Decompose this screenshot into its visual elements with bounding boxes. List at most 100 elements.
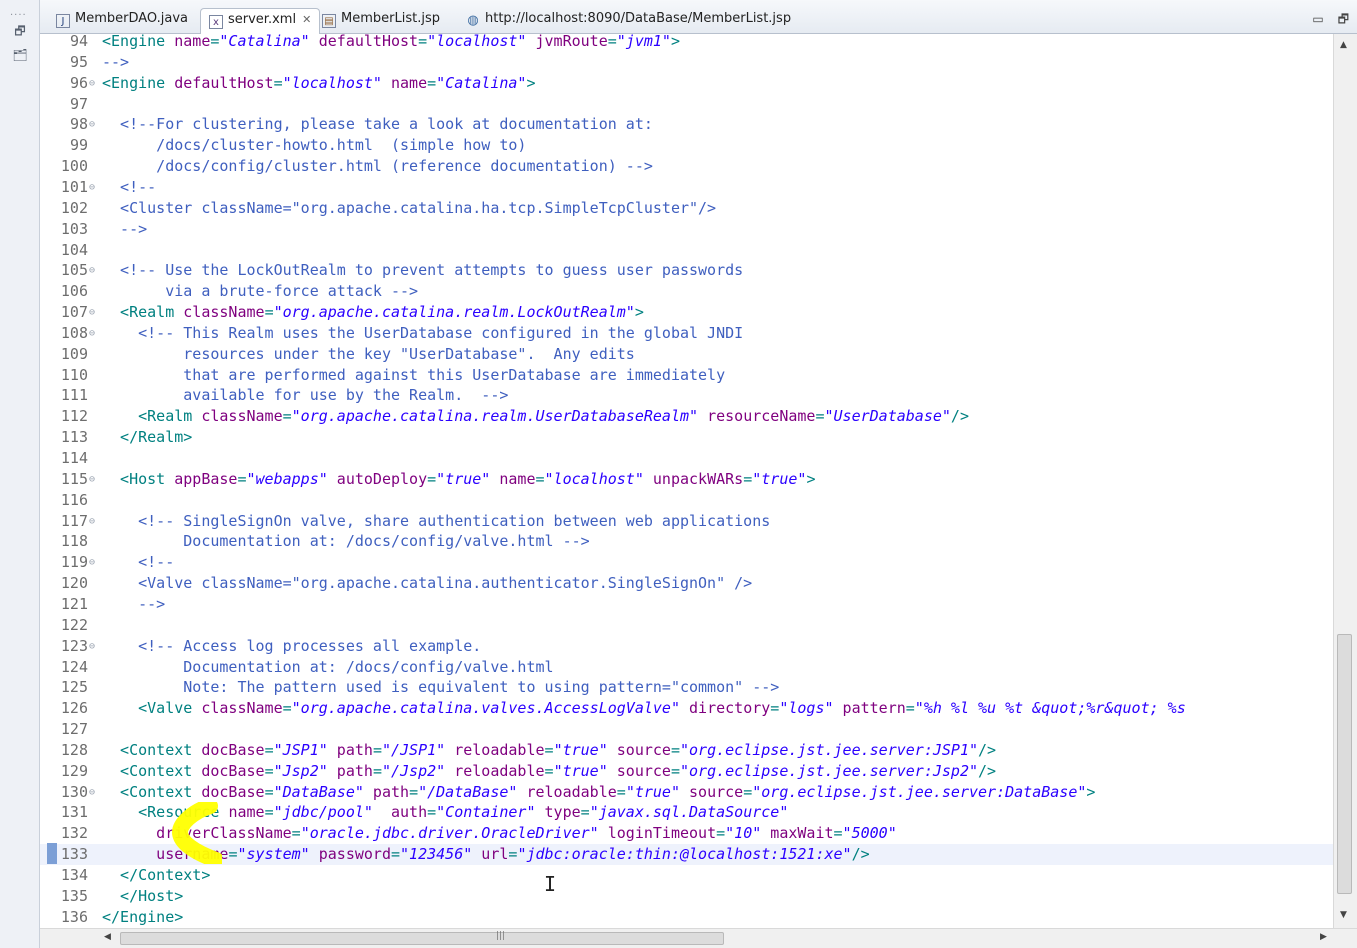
code-line[interactable]: 110 that are performed against this User… [40, 365, 1333, 386]
code-line[interactable]: 121 --> [40, 594, 1333, 615]
code-token: "webapps" [246, 469, 328, 488]
code-token: "5000" [842, 824, 897, 843]
code-line[interactable]: 102 <Cluster className="org.apache.catal… [40, 198, 1333, 219]
code-line[interactable]: 98 ⊖ <!--For clustering, please take a lo… [40, 114, 1333, 135]
code-text: via a brute-force attack --> [102, 281, 418, 302]
vertical-scrollbar[interactable]: ▲ ▼ [1333, 34, 1357, 928]
code-line[interactable]: 117 ⊖ <!-- SingleSignOn valve, share auth… [40, 511, 1333, 532]
code-line[interactable]: 108 ⊖ <!-- This Realm uses the UserDataba… [40, 323, 1333, 344]
code-token: "%h %l %u %t &quot;%r&quot; %s [914, 699, 1186, 718]
tab-memberdao-java[interactable]: J MemberDAO.java [48, 8, 196, 34]
scroll-left-arrow-icon[interactable]: ◀ [104, 932, 111, 942]
code-line[interactable]: 124 Documentation at: /docs/config/valve… [40, 657, 1333, 678]
code-token: source [680, 782, 744, 801]
code-token: --> [102, 594, 166, 613]
code-token: <!-- [102, 553, 175, 572]
code-line[interactable]: 133 username="system" password="123456" … [40, 844, 1333, 866]
code-line[interactable]: 113 </Realm> [40, 427, 1333, 448]
code-line[interactable]: 111 available for use by the Realm. --> [40, 385, 1333, 406]
code-token: = [770, 699, 780, 718]
code-line[interactable]: 120 <Valve className="org.apache.catalin… [40, 573, 1333, 594]
code-text: <Valve className="org.apache.catalina.va… [102, 698, 1186, 719]
code-line[interactable]: 112 <Realm className="org.apache.catalin… [40, 406, 1333, 427]
code-line[interactable]: 130 ⊖ <Context docBase="DataBase" path="/… [40, 782, 1333, 803]
fold-toggle-icon[interactable]: ⊖ [89, 782, 95, 803]
code-line[interactable]: 131 <Resource name="jdbc/pool" auth="Con… [40, 802, 1333, 823]
xml-file-icon: x [209, 15, 223, 29]
code-line[interactable]: 118 Documentation at: /docs/config/valve… [40, 531, 1333, 552]
line-number: 135 [60, 886, 88, 905]
code-line[interactable]: 107 ⊖ <Realm className="org.apache.catali… [40, 302, 1333, 323]
horizontal-scrollbar[interactable]: ◀ ||| ▶ [40, 928, 1357, 948]
code-line[interactable]: 132 driverClassName="oracle.jdbc.driver.… [40, 823, 1333, 844]
fold-toggle-icon[interactable]: ⊖ [89, 302, 95, 323]
code-line[interactable]: 109 resources under the key "UserDatabas… [40, 344, 1333, 365]
line-number: 107 [60, 303, 88, 322]
code-line[interactable]: 106 via a brute-force attack --> [40, 281, 1333, 302]
fold-toggle-icon[interactable]: ⊖ [89, 114, 95, 135]
code-line[interactable]: 129 <Context docBase="Jsp2" path="/Jsp2"… [40, 761, 1333, 782]
code-text: </Engine> [102, 907, 183, 928]
fold-toggle-icon[interactable]: ⊖ [89, 260, 95, 281]
horizontal-scroll-thumb[interactable]: ||| [120, 931, 724, 945]
fold-toggle-icon[interactable]: ⊖ [89, 73, 95, 94]
code-token: = [743, 782, 753, 801]
scroll-up-arrow-icon[interactable]: ▲ [1340, 40, 1347, 50]
code-line[interactable]: 105 ⊖ <!-- Use the LockOutRealm to preven… [40, 260, 1333, 281]
code-line[interactable]: 119 ⊖ <!-- [40, 552, 1333, 573]
code-text: --> [102, 52, 129, 73]
code-line[interactable]: 94 <Engine name="Catalina" defaultHost="l… [40, 34, 1333, 52]
code-line[interactable]: 126 <Valve className="org.apache.catalin… [40, 698, 1333, 719]
code-token: available for use by the Realm. --> [102, 386, 509, 405]
fold-toggle-icon[interactable]: ⊖ [89, 552, 95, 573]
tab-server-xml[interactable]: x server.xml ✕ [200, 8, 321, 34]
code-token: name [381, 73, 428, 92]
fold-toggle-icon[interactable]: ⊖ [89, 636, 95, 657]
trim-drag-handle-icon[interactable]: ···· [10, 10, 27, 21]
code-line[interactable]: 136 </Engine> [40, 907, 1333, 928]
code-token: "JSP1" [273, 740, 328, 759]
code-line[interactable]: 103 --> [40, 219, 1333, 240]
fold-toggle-icon[interactable]: ⊖ [89, 511, 95, 532]
code-line[interactable]: 127 [40, 719, 1333, 740]
scroll-down-arrow-icon[interactable]: ▼ [1340, 910, 1347, 920]
code-token: source [607, 761, 671, 780]
code-token: > [526, 73, 536, 92]
line-number: 98 [69, 115, 88, 134]
package-explorer-icon[interactable]: 🗂 [10, 46, 30, 64]
line-number: 134 [60, 866, 88, 884]
code-line[interactable]: 97 [40, 94, 1333, 115]
code-line[interactable]: 116 [40, 490, 1333, 511]
close-tab-icon[interactable]: ✕ [302, 13, 311, 26]
code-line[interactable]: 134 </Context> [40, 865, 1333, 886]
line-number: 122 [60, 615, 88, 634]
code-line[interactable]: 125 Note: The pattern used is equivalent… [40, 677, 1333, 698]
code-text: <Context docBase="DataBase" path="/DataB… [102, 782, 1095, 803]
code-line[interactable]: 123 ⊖ <!-- Access log processes all examp… [40, 636, 1333, 657]
code-line[interactable]: 96 ⊖ <Engine defaultHost="localhost" name=… [40, 73, 1333, 94]
code-line[interactable]: 99 /docs/cluster-howto.html (simple how … [40, 135, 1333, 156]
code-line[interactable]: 100 /docs/config/cluster.html (reference… [40, 156, 1333, 177]
fold-toggle-icon[interactable]: ⊖ [89, 323, 95, 344]
code-token: <Realm [102, 303, 184, 322]
code-line[interactable]: 114 [40, 448, 1333, 469]
code-line[interactable]: 122 [40, 615, 1333, 636]
restore-icon[interactable]: 🗗 [10, 22, 30, 40]
code-line[interactable]: 101 ⊖ <!-- [40, 177, 1333, 198]
code-token: "true" [553, 740, 608, 759]
code-line[interactable]: 115 ⊖ <Host appBase="webapps" autoDeploy=… [40, 469, 1333, 490]
code-text: Note: The pattern used is equivalent to … [102, 677, 779, 698]
code-line[interactable]: 95 --> [40, 52, 1333, 73]
scroll-right-arrow-icon[interactable]: ▶ [1320, 932, 1327, 942]
fold-toggle-icon[interactable]: ⊖ [89, 469, 95, 490]
tab-memberlist-jsp[interactable]: ▤ MemberList.jsp [314, 8, 448, 34]
fold-toggle-icon[interactable]: ⊖ [89, 177, 95, 198]
maximize-icon[interactable]: 🗗 [1338, 12, 1349, 26]
code-line[interactable]: 135 </Host> [40, 886, 1333, 907]
minimize-icon[interactable]: ▭ [1312, 12, 1323, 26]
tab-browser-memberlist[interactable]: ◍ http://localhost:8090/DataBase/MemberLi… [458, 8, 799, 34]
code-line[interactable]: 128 <Context docBase="JSP1" path="/JSP1"… [40, 740, 1333, 761]
vertical-scroll-thumb[interactable] [1337, 634, 1352, 894]
code-editor[interactable]: 94 <Engine name="Catalina" defaultHost="l… [40, 34, 1333, 928]
code-line[interactable]: 104 [40, 240, 1333, 261]
